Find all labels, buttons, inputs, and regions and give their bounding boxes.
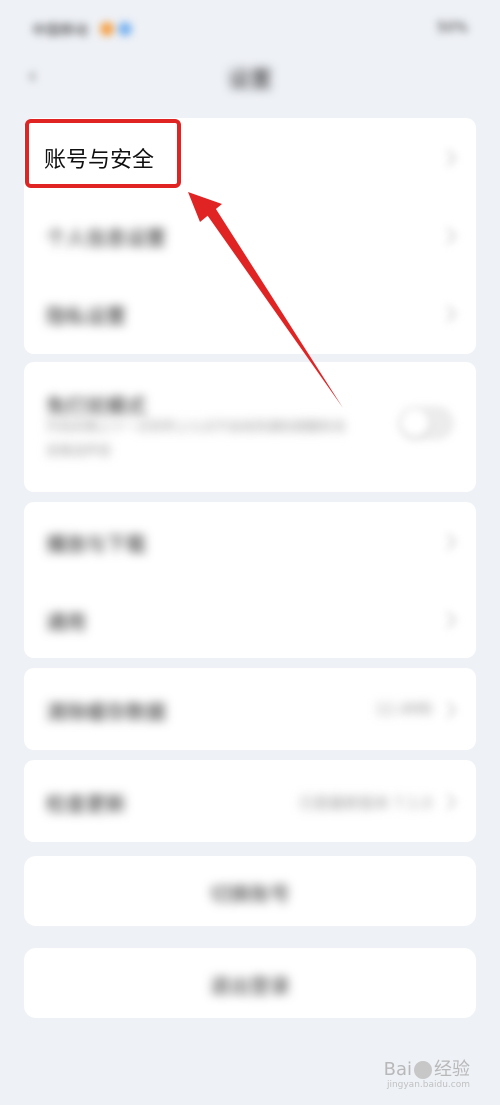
battery-label: 50% (436, 20, 468, 36)
notification-icon (100, 22, 114, 36)
logout-button[interactable]: 退出登录 (24, 948, 476, 1018)
settings-group-dnd: 免打扰模式 开启后晚上十一点到早上七点不会收到通知提醒和消息推送声音 (24, 362, 476, 492)
settings-item-label: 个人信息设置 (46, 226, 166, 250)
carrier-label: 中国移动 (32, 23, 88, 39)
watermark-url: jingyan.baidu.com (386, 1080, 470, 1090)
switch-account-button[interactable]: 切换账号 (24, 856, 476, 926)
settings-item-playback[interactable]: 播放与下载 (24, 502, 476, 580)
settings-item-general[interactable]: 通用 (24, 580, 476, 658)
settings-item-label: 播放与下载 (46, 532, 146, 556)
settings-item-privacy[interactable]: 隐私设置 (24, 274, 476, 352)
chevron-right-icon (439, 149, 457, 167)
status-bar: 中国移动 50% (0, 0, 500, 50)
settings-item-personal-info[interactable]: 个人信息设置 (24, 196, 476, 274)
settings-item-label: 隐私设置 (46, 304, 126, 328)
chevron-right-icon (439, 793, 457, 811)
chevron-right-icon (439, 611, 457, 629)
settings-item-label: 清除缓存数据 (46, 700, 166, 724)
version-value: 已是最新版本 7.1.0 (299, 794, 432, 812)
dnd-description: 开启后晚上十一点到早上七点不会收到通知提醒和消息推送声音 (46, 420, 346, 459)
notification-icon (118, 22, 132, 36)
chevron-right-icon (439, 701, 457, 719)
logout-label: 退出登录 (210, 974, 290, 998)
settings-item-label: 通用 (46, 610, 86, 634)
chevron-right-icon (439, 533, 457, 551)
chevron-right-icon (439, 227, 457, 245)
settings-item-clear-cache[interactable]: 清除缓存数据 12.4MB (24, 668, 476, 750)
page-title: 设置 (227, 68, 272, 93)
settings-item-check-update[interactable]: 检查更新 已是最新版本 7.1.0 (24, 760, 476, 842)
watermark-suffix: 经验 (434, 1059, 470, 1080)
chevron-right-icon (439, 305, 457, 323)
settings-item-label: 检查更新 (46, 792, 126, 816)
switch-account-label: 切换账号 (210, 882, 290, 906)
highlight-box (25, 119, 181, 188)
paw-icon (414, 1061, 432, 1079)
settings-group-general: 播放与下载 通用 (24, 502, 476, 658)
watermark-brand: Bai (383, 1059, 412, 1080)
dnd-toggle[interactable] (398, 406, 454, 440)
watermark-logo: Bai 经验 (384, 1055, 470, 1081)
dnd-label: 免打扰模式 (46, 394, 146, 418)
cache-size-value: 12.4MB (375, 700, 432, 718)
toggle-knob (401, 409, 429, 437)
